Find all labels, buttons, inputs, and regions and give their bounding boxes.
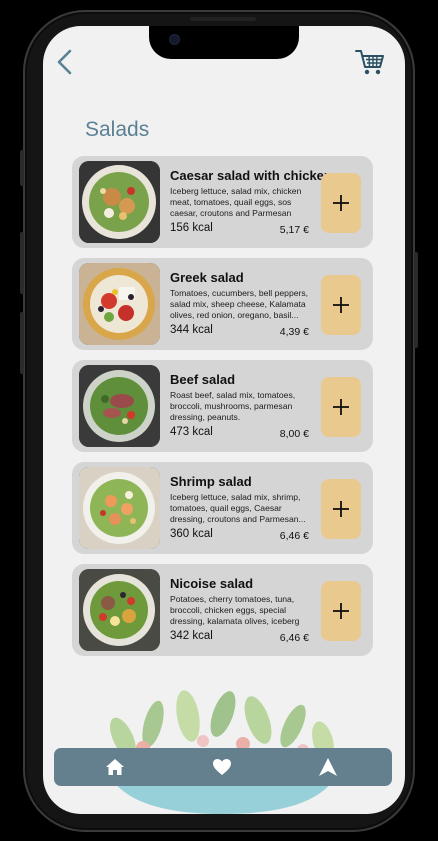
beef-salad-photo (79, 365, 160, 447)
salad-description: Roast beef, salad mix, tomatoes, broccol… (170, 390, 296, 422)
nav-location-button[interactable] (318, 757, 338, 777)
notch (149, 26, 299, 59)
salad-price: 8,00 € (279, 428, 309, 440)
salad-price: 4,39 € (279, 326, 309, 338)
caesar-salad-photo (79, 161, 160, 243)
salad-kcal: 360 kcal (170, 528, 213, 540)
salad-card-caesar[interactable]: Caesar salad with chicken Iceberg lettuc… (72, 156, 373, 248)
bottom-navigation (54, 748, 392, 786)
chevron-left-icon (57, 49, 72, 75)
phone-volume-up-button (20, 232, 24, 294)
salad-price: 6,46 € (279, 530, 309, 542)
salad-kcal: 156 kcal (170, 222, 213, 234)
salad-kcal: 342 kcal (170, 630, 213, 642)
salad-card-shrimp[interactable]: Shrimp salad Iceberg lettuce, salad mix,… (72, 462, 373, 554)
plus-icon (333, 603, 349, 619)
salad-card-beef[interactable]: Beef salad Roast beef, salad mix, tomato… (72, 360, 373, 452)
salad-description: Tomatoes, cucumbers, bell peppers, salad… (170, 288, 309, 320)
salad-description: Iceberg lettuce, salad mix, shrimp, toma… (170, 492, 306, 524)
heart-icon (213, 759, 231, 775)
earpiece-speaker (190, 17, 256, 21)
salad-name: Caesar salad with chicken (170, 168, 332, 183)
salad-name: Greek salad (170, 270, 244, 285)
add-to-cart-button[interactable] (321, 581, 361, 641)
shrimp-salad-photo (79, 467, 160, 549)
cart-button[interactable] (354, 46, 386, 78)
home-icon (106, 759, 124, 775)
phone-power-button (414, 252, 418, 348)
plus-icon (333, 195, 349, 211)
greek-salad-photo (79, 263, 160, 345)
salad-kcal: 344 kcal (170, 324, 213, 336)
salad-card-greek[interactable]: Greek salad Tomatoes, cucumbers, bell pe… (72, 258, 373, 350)
back-button[interactable] (53, 48, 77, 76)
salad-price: 6,46 € (279, 632, 309, 644)
nicoise-salad-photo (79, 569, 160, 651)
salad-price: 5,17 € (279, 224, 309, 236)
phone-side-button (20, 150, 24, 186)
navigation-arrow-icon (319, 758, 337, 776)
plus-icon (333, 297, 349, 313)
plus-icon (333, 399, 349, 415)
app-screen: Salads Caesar salad with chicken Iceberg… (43, 26, 405, 814)
add-to-cart-button[interactable] (321, 173, 361, 233)
plus-icon (333, 501, 349, 517)
page-title: Salads (85, 118, 150, 141)
salad-list: Caesar salad with chicken Iceberg lettuc… (72, 156, 373, 666)
salad-description: Iceberg lettuce, salad mix, chicken meat… (170, 186, 302, 218)
nav-favorites-button[interactable] (212, 757, 232, 777)
salad-card-nicoise[interactable]: Nicoise salad Potatoes, cherry tomatoes,… (72, 564, 373, 656)
salad-kcal: 473 kcal (170, 426, 213, 438)
salad-name: Shrimp salad (170, 474, 252, 489)
phone-volume-down-button (20, 312, 24, 374)
salad-name: Beef salad (170, 372, 236, 387)
salad-name: Nicoise salad (170, 576, 254, 591)
add-to-cart-button[interactable] (321, 479, 361, 539)
shopping-cart-icon (355, 50, 384, 75)
front-camera (170, 35, 179, 44)
add-to-cart-button[interactable] (321, 377, 361, 437)
add-to-cart-button[interactable] (321, 275, 361, 335)
salad-description: Potatoes, cherry tomatoes, tuna, broccol… (170, 594, 300, 626)
nav-home-button[interactable] (105, 757, 125, 777)
